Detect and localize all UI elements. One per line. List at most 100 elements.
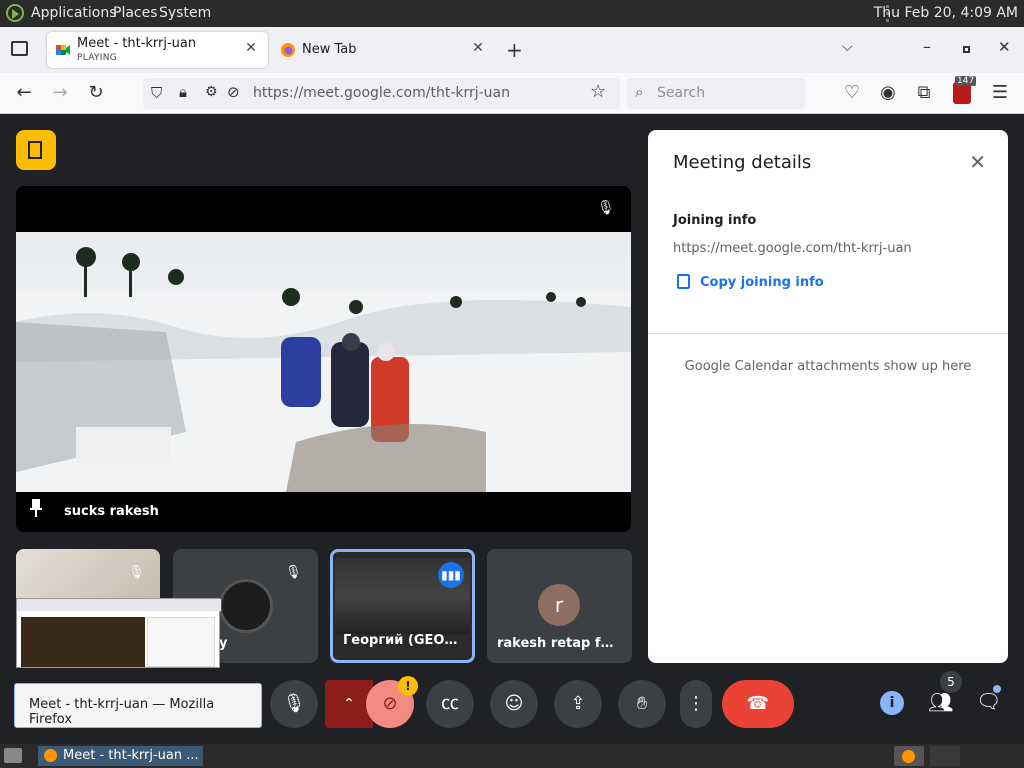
meet-call-area: 🎙︎ sucks rakesh 🎙︎ 🎙︎ y ▮▮▮ Георгий (GEO… (0, 115, 1024, 744)
people-count-badge: 5 (940, 671, 962, 693)
firefox-icon (281, 43, 295, 57)
search-box[interactable]: ⌕ Search (627, 78, 805, 109)
tab-meet[interactable]: Meet - tht-krrj-uan PLAYING ✕ (47, 32, 268, 68)
muted-mic-icon: 🎙︎ (128, 565, 145, 580)
more-options-button[interactable]: ⋮ (680, 680, 712, 728)
meeting-info-icon[interactable]: i (880, 691, 904, 715)
copy-label: Copy joining info (700, 275, 824, 290)
copy-icon (677, 274, 690, 289)
captions-icon: ㏄ (441, 693, 459, 714)
new-tab-plus-icon[interactable]: + (506, 38, 523, 62)
window-preview-thumbnail (16, 598, 221, 668)
clock[interactable]: Thu Feb 20, 4:09 AM (874, 5, 1018, 21)
distro-logo-icon[interactable] (6, 4, 24, 22)
emoji-reaction-button[interactable]: ☺ (490, 680, 538, 728)
avatar: r (538, 584, 580, 626)
leave-call-button[interactable]: ☎︎ (722, 680, 794, 728)
close-tab-icon[interactable]: ✕ (469, 40, 487, 56)
camera-blocked-icon[interactable]: ⊘ (227, 83, 240, 101)
permissions-icon[interactable]: ⚙ (205, 84, 218, 100)
joining-info-heading: Joining info (673, 213, 757, 228)
workspace-switcher[interactable] (894, 746, 924, 766)
pocket-icon[interactable]: ♡ (842, 83, 862, 103)
menu-applications[interactable]: Applications (31, 5, 117, 21)
raise-hand-button[interactable]: ✋︎ (618, 680, 666, 728)
extension-badge: 147 (955, 76, 977, 86)
meeting-details-panel: Meeting details ✕ Joining info https://m… (648, 130, 1008, 663)
show-desktop-icon[interactable] (4, 748, 22, 763)
extensions-icon[interactable]: ⧉ (914, 83, 934, 103)
snow-hike-video (16, 232, 631, 492)
calendar-attachments-note: Google Calendar attachments show up here (684, 359, 972, 374)
joining-url: https://meet.google.com/tht-krrj-uan (673, 241, 912, 256)
taskbar: Meet - tht-krrj-uan ... (0, 744, 1024, 768)
panel-title: Meeting details (673, 152, 812, 173)
forward-icon[interactable]: → (50, 83, 70, 103)
main-participant-name: sucks rakesh (64, 504, 159, 519)
participant-name: Георгий (GEOE... (343, 633, 469, 648)
menu-places[interactable]: Places (113, 5, 158, 21)
tab-new-tab[interactable]: New Tab ✕ (275, 32, 495, 68)
present-icon: ⇪ (570, 693, 586, 714)
main-video-tile[interactable]: 🎙︎ sucks rakesh (16, 186, 631, 532)
pin-icon[interactable] (30, 499, 42, 517)
video-frame-art (16, 247, 631, 492)
menu-system[interactable]: System (159, 5, 211, 21)
search-placeholder: Search (657, 85, 706, 101)
minimize-icon[interactable]: – (923, 37, 931, 56)
url-text[interactable]: https://meet.google.com/tht-krrj-uan (253, 85, 510, 101)
close-panel-icon[interactable]: ✕ (969, 150, 986, 174)
emoji-icon: ☺ (504, 693, 524, 714)
firefox-view-icon[interactable] (11, 41, 28, 56)
people-icon[interactable]: 👥︎ (928, 690, 953, 714)
warning-badge-icon: ! (398, 676, 418, 696)
avatar (219, 579, 273, 633)
system-top-bar: Applications Places System Thu Feb 20, 4… (0, 0, 1024, 27)
copy-joining-info-button[interactable]: Copy joining info (677, 274, 824, 290)
firefox-icon (902, 750, 915, 763)
window-close-icon[interactable]: ✕ (998, 38, 1011, 56)
ublock-icon[interactable]: 147 (953, 76, 977, 104)
search-icon: ⌕ (635, 83, 644, 101)
lock-icon[interactable]: 🔒︎ (179, 83, 187, 101)
url-bar[interactable]: ⛉ 🔒︎ ⚙ ⊘ https://meet.google.com/tht-krr… (143, 78, 620, 109)
microphone-button[interactable]: 🎙︎ (270, 680, 318, 728)
workspace-2[interactable] (930, 746, 960, 766)
hang-up-icon: ☎︎ (746, 693, 770, 714)
participant-tile[interactable]: r rakesh retap fo... (487, 549, 632, 663)
bookmark-star-icon[interactable]: ☆ (590, 81, 606, 102)
list-tabs-chevron-icon[interactable]: ⌵ (842, 39, 853, 55)
close-tab-icon[interactable]: ✕ (242, 40, 260, 56)
taskbar-window-title: Meet - tht-krrj-uan ... (63, 748, 199, 763)
raise-hand-icon: ✋︎ (636, 693, 648, 714)
reload-icon[interactable]: ↻ (86, 83, 106, 103)
firefox-icon (44, 749, 57, 762)
browser-tab-bar: Meet - tht-krrj-uan PLAYING ✕ New Tab ✕ … (0, 27, 1024, 73)
google-meet-icon (56, 45, 70, 55)
tab-title: Meet - tht-krrj-uan (77, 36, 197, 51)
muted-mic-icon: 🎙︎ (285, 565, 302, 580)
door-icon (28, 141, 42, 159)
microphone-icon: 🎙︎ (282, 693, 306, 714)
account-icon[interactable]: ◉ (878, 83, 898, 103)
tab-playing-label: PLAYING (77, 53, 118, 63)
taskbar-window-button[interactable]: Meet - tht-krrj-uan ... (38, 746, 203, 766)
hamburger-menu-icon[interactable]: ☰ (990, 83, 1010, 103)
muted-mic-icon: 🎙︎ (597, 200, 615, 216)
participant-tile-speaking[interactable]: ▮▮▮ Георгий (GEOE... (330, 549, 475, 663)
tracking-shield-icon[interactable]: ⛉ (151, 84, 162, 102)
divider (648, 333, 1008, 334)
browser-nav-bar: ← → ↻ ⛉ 🔒︎ ⚙ ⊘ https://meet.google.com/t… (0, 73, 1024, 114)
captions-button[interactable]: ㏄ (426, 680, 474, 728)
host-controls-button[interactable] (16, 130, 56, 170)
camera-off-icon: ⊘ (382, 693, 398, 714)
chat-notification-dot (993, 685, 1001, 693)
participant-name: rakesh retap fo... (497, 636, 625, 651)
tab-title: New Tab (302, 42, 357, 57)
speaking-indicator-icon: ▮▮▮ (438, 562, 464, 588)
present-screen-button[interactable]: ⇪ (554, 680, 602, 728)
maximize-icon[interactable] (963, 46, 970, 53)
more-vertical-icon: ⋮ (687, 693, 705, 714)
back-icon[interactable]: ← (14, 83, 34, 103)
window-tooltip: Meet - tht-krrj-uan — Mozilla Firefox (14, 683, 262, 728)
